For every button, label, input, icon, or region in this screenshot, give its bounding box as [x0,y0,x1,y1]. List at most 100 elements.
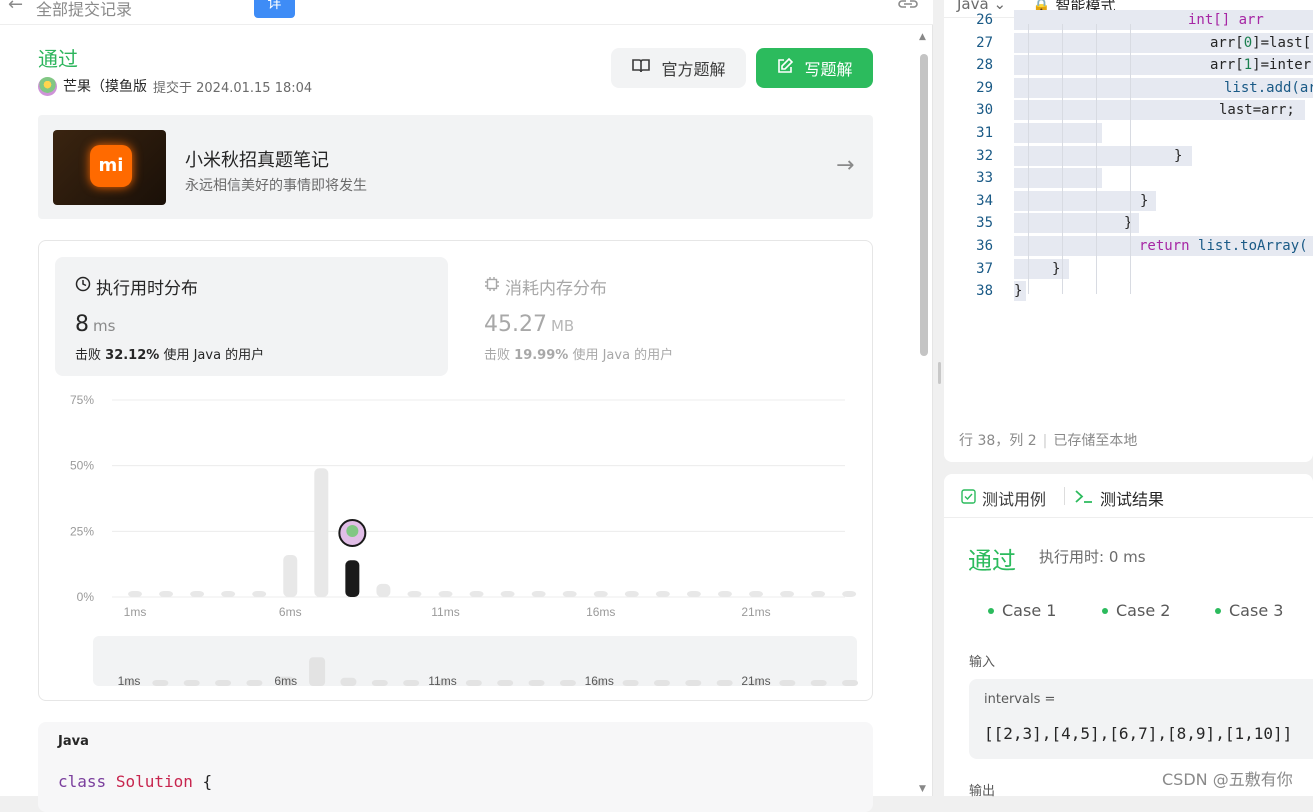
code-line[interactable]: 37} [944,258,1313,280]
code-preview-card: Java class Solution { [38,722,873,812]
line-number: 26 [976,12,993,28]
edit-icon [776,57,794,79]
code-line[interactable]: 26 int[] arr [944,9,1313,31]
memory-value: 45.27 [484,312,547,337]
tab-test-cases[interactable]: 测试用例 [961,486,1046,510]
tab-test-results[interactable]: 测试结果 [1074,486,1164,510]
save-status: 已存储至本地 [1053,433,1138,449]
scroll-down-icon[interactable]: ▼ [919,784,926,794]
runtime-bar[interactable] [717,591,732,597]
promo-banner[interactable]: mi 小米秋招真题笔记 永远相信美好的事情即将发生 → [38,115,873,219]
code-line[interactable]: 38} [944,280,1313,302]
overview-bar [183,680,200,686]
scrollbar-thumb[interactable] [920,54,928,356]
arrow-right-icon[interactable]: → [836,153,854,178]
book-icon [631,58,651,78]
runtime-bar[interactable] [128,591,142,597]
distribution-card: 执行用时分布 8 ms 击败 32.12% 使用 Java 的用户 消耗内存分布 … [38,240,873,701]
runtime-bar[interactable] [159,591,174,597]
code-line[interactable]: 32} [944,145,1313,167]
overview-bar [622,680,639,686]
checkbox-icon [961,488,976,508]
runtime-bar[interactable] [376,583,391,597]
case-1-tab[interactable]: Case 1 [988,601,1056,620]
all-submissions-link[interactable]: 全部提交记录 [36,0,132,20]
code-line[interactable]: 36 return list.toArray( [944,235,1313,257]
runtime-bar[interactable] [593,591,608,597]
resize-handle[interactable] [938,362,941,384]
code-line[interactable]: 34} [944,190,1313,212]
back-arrow-icon[interactable]: ← [8,0,23,15]
code-line[interactable]: 30 last=arr; [944,99,1313,121]
code-text: list.add(arr [1224,79,1313,96]
x-tick-label: 16ms [586,605,615,619]
runtime-bar[interactable] [190,591,205,597]
left-scrollbar[interactable]: ▲ ▼ [917,32,931,796]
runtime-bar[interactable] [842,591,857,597]
username[interactable]: 芒果（摸鱼版 [63,76,147,96]
selection-highlight [1014,145,1192,166]
code-text: last=arr; [1219,102,1295,119]
runtime-distribution-chart[interactable]: 0% 25% 50% 75% 1ms 6ms 11ms 16ms 21ms 1ms 6ms 11ms 1… [39,381,872,701]
code-line[interactable]: 31 [944,122,1313,144]
write-solution-button[interactable]: 写题解 [756,48,873,88]
output-label: 输出 [969,784,996,799]
runtime-bar[interactable] [624,591,639,597]
runtime-bar[interactable] [562,591,577,597]
y-tick-label: 0% [77,590,95,604]
runtime-bar-current[interactable] [345,560,360,597]
runtime-bar[interactable] [500,591,515,597]
line-number: 27 [976,34,993,51]
param-name: intervals = [984,692,1056,707]
detail-tab-button[interactable]: 详 [254,0,295,18]
overview-bar [340,677,357,686]
code-line[interactable]: 35} [944,212,1313,234]
code-line[interactable]: 33 [944,167,1313,189]
test-tabs: 测试用例 测试结果 [944,474,1313,518]
line-number: 31 [976,125,993,141]
runtime-bar[interactable] [749,591,763,597]
runtime-bar[interactable] [407,591,422,597]
overview-bar [559,680,576,686]
overview-bar [152,680,169,686]
runtime-bar[interactable] [655,591,670,597]
y-tick-label: 25% [70,524,94,538]
code-text: } [1014,283,1023,300]
line-number: 36 [976,238,993,254]
scroll-up-icon[interactable]: ▲ [919,32,926,42]
runtime-bar[interactable] [811,591,826,597]
runtime-bar[interactable] [531,591,546,597]
runtime-bar[interactable] [469,591,484,597]
code-line[interactable]: 29 list.add(arr [944,77,1313,99]
runtime-bar[interactable] [686,591,701,597]
link-icon[interactable] [898,0,918,15]
input-box: intervals = [[2,3],[4,5],[6,7],[8,9],[1,… [969,679,1313,759]
case-2-tab[interactable]: Case 2 [1102,601,1170,620]
runtime-bar[interactable] [252,591,267,597]
code-text: arr[1]=inter [1210,57,1312,74]
runtime-bar[interactable] [438,591,453,597]
code-line[interactable]: 27 arr[0]=last[ [944,32,1313,54]
runtime-bar[interactable] [314,468,329,597]
runtime-bar[interactable] [780,591,795,597]
banner-subtitle: 永远相信美好的事情即将发生 [185,178,367,194]
case-3-tab[interactable]: Case 3 [1215,601,1283,620]
selection-highlight [1014,258,1069,279]
xiaomi-logo: mi [53,130,166,205]
avatar-figure [346,525,359,537]
runtime-stat-box[interactable]: 执行用时分布 8 ms 击败 32.12% 使用 Java 的用户 [55,257,448,376]
official-solution-button[interactable]: 官方题解 [611,48,746,88]
line-number: 28 [976,57,993,74]
code-line[interactable]: 28 arr[1]=inter [944,54,1313,76]
submission-status: 通过 [38,47,78,71]
runtime-bar[interactable] [221,591,236,597]
pane-divider[interactable] [934,0,944,796]
memory-beat-percent: 19.99% [514,348,569,363]
overview-bar [246,680,263,686]
terminal-icon [1074,489,1094,508]
code-text: } [1124,215,1133,232]
avatar[interactable] [38,76,57,96]
test-panel: 测试用例 测试结果 通过 执行用时: 0 ms Case 1 Case 2 Ca… [944,474,1313,799]
runtime-bar[interactable] [283,554,298,597]
memory-stat-box[interactable]: 消耗内存分布 45.27 MB 击败 19.99% 使用 Java 的用户 [464,257,857,376]
